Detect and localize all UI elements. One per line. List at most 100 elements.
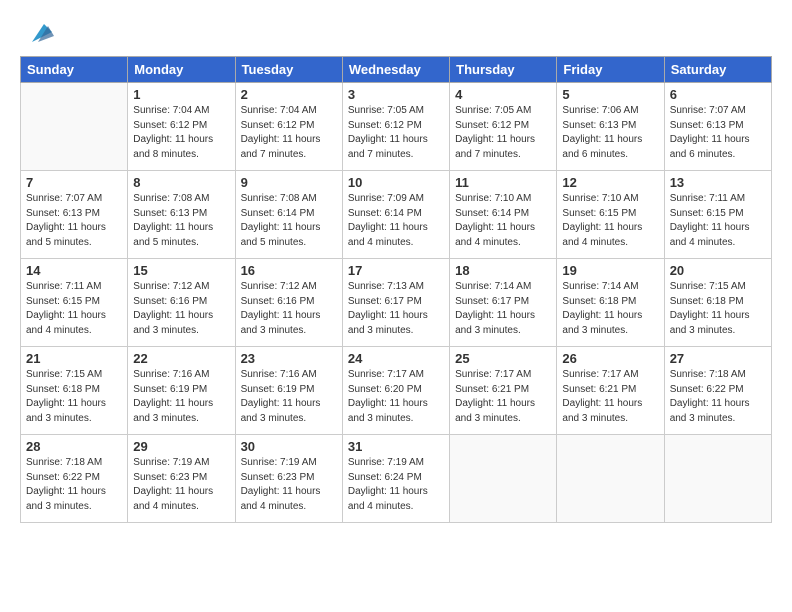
day-info: Sunrise: 7:19 AMSunset: 6:23 PMDaylight:… — [133, 456, 229, 514]
calendar-cell: 31 Sunrise: 7:19 AMSunset: 6:24 PMDayligh… — [342, 435, 449, 523]
day-info: Sunrise: 7:13 AMSunset: 6:17 PMDaylight:… — [348, 280, 444, 338]
col-header-thursday: Thursday — [450, 57, 557, 83]
day-info: Sunrise: 7:16 AMSunset: 6:19 PMDaylight:… — [133, 368, 229, 426]
day-number: 14 — [26, 263, 122, 278]
week-row-3: 14 Sunrise: 7:11 AMSunset: 6:15 PMDayligh… — [21, 259, 772, 347]
day-info: Sunrise: 7:04 AMSunset: 6:12 PMDaylight:… — [241, 104, 337, 162]
day-number: 12 — [562, 175, 658, 190]
day-info: Sunrise: 7:11 AMSunset: 6:15 PMDaylight:… — [670, 192, 766, 250]
day-number: 24 — [348, 351, 444, 366]
calendar-cell: 7 Sunrise: 7:07 AMSunset: 6:13 PMDaylight… — [21, 171, 128, 259]
calendar-cell — [664, 435, 771, 523]
calendar-cell — [557, 435, 664, 523]
calendar-cell: 26 Sunrise: 7:17 AMSunset: 6:21 PMDayligh… — [557, 347, 664, 435]
day-info: Sunrise: 7:18 AMSunset: 6:22 PMDaylight:… — [26, 456, 122, 514]
calendar-cell: 21 Sunrise: 7:15 AMSunset: 6:18 PMDayligh… — [21, 347, 128, 435]
day-number: 15 — [133, 263, 229, 278]
day-info: Sunrise: 7:10 AMSunset: 6:15 PMDaylight:… — [562, 192, 658, 250]
day-number: 29 — [133, 439, 229, 454]
day-info: Sunrise: 7:17 AMSunset: 6:20 PMDaylight:… — [348, 368, 444, 426]
day-info: Sunrise: 7:17 AMSunset: 6:21 PMDaylight:… — [455, 368, 551, 426]
logo-icon — [22, 14, 54, 46]
calendar-cell: 29 Sunrise: 7:19 AMSunset: 6:23 PMDayligh… — [128, 435, 235, 523]
day-info: Sunrise: 7:06 AMSunset: 6:13 PMDaylight:… — [562, 104, 658, 162]
calendar-cell: 10 Sunrise: 7:09 AMSunset: 6:14 PMDayligh… — [342, 171, 449, 259]
day-info: Sunrise: 7:05 AMSunset: 6:12 PMDaylight:… — [348, 104, 444, 162]
day-number: 16 — [241, 263, 337, 278]
calendar-cell: 14 Sunrise: 7:11 AMSunset: 6:15 PMDayligh… — [21, 259, 128, 347]
calendar-cell: 5 Sunrise: 7:06 AMSunset: 6:13 PMDaylight… — [557, 83, 664, 171]
calendar-header-row: SundayMondayTuesdayWednesdayThursdayFrid… — [21, 57, 772, 83]
day-info: Sunrise: 7:05 AMSunset: 6:12 PMDaylight:… — [455, 104, 551, 162]
calendar-cell: 3 Sunrise: 7:05 AMSunset: 6:12 PMDaylight… — [342, 83, 449, 171]
day-number: 4 — [455, 87, 551, 102]
day-info: Sunrise: 7:12 AMSunset: 6:16 PMDaylight:… — [133, 280, 229, 338]
day-number: 3 — [348, 87, 444, 102]
col-header-monday: Monday — [128, 57, 235, 83]
day-number: 5 — [562, 87, 658, 102]
calendar-cell: 12 Sunrise: 7:10 AMSunset: 6:15 PMDayligh… — [557, 171, 664, 259]
calendar-cell: 25Sunrise: 7:17 AMSunset: 6:21 PMDayligh… — [450, 347, 557, 435]
calendar-cell: 15 Sunrise: 7:12 AMSunset: 6:16 PMDayligh… — [128, 259, 235, 347]
day-number: 10 — [348, 175, 444, 190]
day-number: 7 — [26, 175, 122, 190]
col-header-sunday: Sunday — [21, 57, 128, 83]
day-info: Sunrise: 7:11 AMSunset: 6:15 PMDaylight:… — [26, 280, 122, 338]
calendar-cell: 22 Sunrise: 7:16 AMSunset: 6:19 PMDayligh… — [128, 347, 235, 435]
day-info: Sunrise: 7:08 AMSunset: 6:13 PMDaylight:… — [133, 192, 229, 250]
calendar: SundayMondayTuesdayWednesdayThursdayFrid… — [20, 56, 772, 523]
day-number: 21 — [26, 351, 122, 366]
calendar-cell: 19 Sunrise: 7:14 AMSunset: 6:18 PMDayligh… — [557, 259, 664, 347]
calendar-cell: 13Sunrise: 7:11 AMSunset: 6:15 PMDayligh… — [664, 171, 771, 259]
calendar-cell: 6 Sunrise: 7:07 AMSunset: 6:13 PMDaylight… — [664, 83, 771, 171]
calendar-cell — [450, 435, 557, 523]
header — [20, 18, 772, 46]
day-info: Sunrise: 7:09 AMSunset: 6:14 PMDaylight:… — [348, 192, 444, 250]
day-info: Sunrise: 7:17 AMSunset: 6:21 PMDaylight:… — [562, 368, 658, 426]
day-info: Sunrise: 7:07 AMSunset: 6:13 PMDaylight:… — [26, 192, 122, 250]
week-row-2: 7 Sunrise: 7:07 AMSunset: 6:13 PMDaylight… — [21, 171, 772, 259]
calendar-cell: 11Sunrise: 7:10 AMSunset: 6:14 PMDayligh… — [450, 171, 557, 259]
calendar-cell: 4 Sunrise: 7:05 AMSunset: 6:12 PMDaylight… — [450, 83, 557, 171]
day-number: 1 — [133, 87, 229, 102]
day-info: Sunrise: 7:10 AMSunset: 6:14 PMDaylight:… — [455, 192, 551, 250]
page: SundayMondayTuesdayWednesdayThursdayFrid… — [0, 0, 792, 612]
day-number: 31 — [348, 439, 444, 454]
calendar-cell: 28 Sunrise: 7:18 AMSunset: 6:22 PMDayligh… — [21, 435, 128, 523]
day-number: 19 — [562, 263, 658, 278]
day-info: Sunrise: 7:18 AMSunset: 6:22 PMDaylight:… — [670, 368, 766, 426]
calendar-cell: 20Sunrise: 7:15 AMSunset: 6:18 PMDayligh… — [664, 259, 771, 347]
day-info: Sunrise: 7:14 AMSunset: 6:17 PMDaylight:… — [455, 280, 551, 338]
calendar-cell: 24 Sunrise: 7:17 AMSunset: 6:20 PMDayligh… — [342, 347, 449, 435]
day-info: Sunrise: 7:14 AMSunset: 6:18 PMDaylight:… — [562, 280, 658, 338]
day-number: 18 — [455, 263, 551, 278]
calendar-cell — [21, 83, 128, 171]
day-number: 9 — [241, 175, 337, 190]
col-header-saturday: Saturday — [664, 57, 771, 83]
day-number: 26 — [562, 351, 658, 366]
week-row-4: 21 Sunrise: 7:15 AMSunset: 6:18 PMDayligh… — [21, 347, 772, 435]
calendar-cell: 8 Sunrise: 7:08 AMSunset: 6:13 PMDaylight… — [128, 171, 235, 259]
day-info: Sunrise: 7:08 AMSunset: 6:14 PMDaylight:… — [241, 192, 337, 250]
day-number: 30 — [241, 439, 337, 454]
col-header-tuesday: Tuesday — [235, 57, 342, 83]
day-number: 8 — [133, 175, 229, 190]
week-row-1: 1 Sunrise: 7:04 AMSunset: 6:12 PMDaylight… — [21, 83, 772, 171]
calendar-cell: 17Sunrise: 7:13 AMSunset: 6:17 PMDayligh… — [342, 259, 449, 347]
calendar-cell: 30Sunrise: 7:19 AMSunset: 6:23 PMDayligh… — [235, 435, 342, 523]
day-info: Sunrise: 7:07 AMSunset: 6:13 PMDaylight:… — [670, 104, 766, 162]
calendar-cell: 23Sunrise: 7:16 AMSunset: 6:19 PMDayligh… — [235, 347, 342, 435]
calendar-cell: 18 Sunrise: 7:14 AMSunset: 6:17 PMDayligh… — [450, 259, 557, 347]
day-number: 6 — [670, 87, 766, 102]
day-number: 28 — [26, 439, 122, 454]
day-info: Sunrise: 7:19 AMSunset: 6:24 PMDaylight:… — [348, 456, 444, 514]
calendar-cell: 2Sunrise: 7:04 AMSunset: 6:12 PMDaylight… — [235, 83, 342, 171]
day-info: Sunrise: 7:15 AMSunset: 6:18 PMDaylight:… — [670, 280, 766, 338]
col-header-friday: Friday — [557, 57, 664, 83]
week-row-5: 28 Sunrise: 7:18 AMSunset: 6:22 PMDayligh… — [21, 435, 772, 523]
day-info: Sunrise: 7:15 AMSunset: 6:18 PMDaylight:… — [26, 368, 122, 426]
day-number: 23 — [241, 351, 337, 366]
calendar-cell: 16Sunrise: 7:12 AMSunset: 6:16 PMDayligh… — [235, 259, 342, 347]
day-number: 22 — [133, 351, 229, 366]
day-info: Sunrise: 7:04 AMSunset: 6:12 PMDaylight:… — [133, 104, 229, 162]
